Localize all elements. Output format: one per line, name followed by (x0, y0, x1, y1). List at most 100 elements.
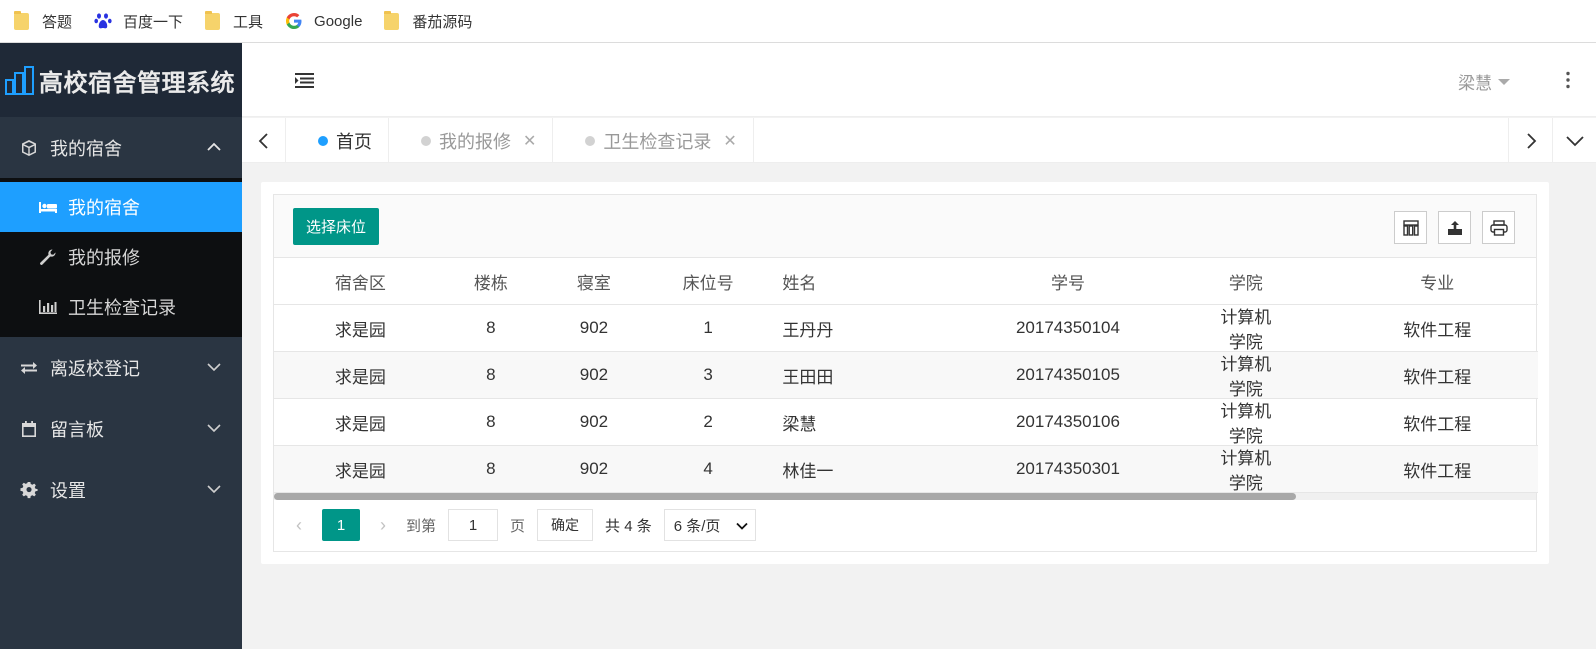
bookmark-fanqie[interactable]: 番茄源码 (384, 10, 473, 32)
column-header[interactable]: 姓名 (763, 269, 920, 294)
calendar-icon (22, 420, 36, 437)
page-size-select[interactable]: 6 条/页 (663, 509, 756, 541)
exchange-icon (21, 361, 37, 374)
menu-toggle-icon[interactable] (294, 71, 316, 89)
table-cell: 软件工程 (1403, 320, 1472, 340)
scrollbar-thumb[interactable] (274, 493, 1296, 500)
current-page[interactable]: 1 (322, 509, 360, 541)
table-row[interactable]: 求是园 8 902 2 梁慧 20174350106 计算机学院 软件工程 (274, 399, 1538, 446)
horizontal-scrollbar[interactable] (274, 493, 1536, 500)
folder-icon (384, 10, 400, 30)
table-row[interactable]: 求是园 8 902 3 王田田 20174350105 计算机学院 软件工程 (274, 352, 1538, 399)
table-cell: 8 (486, 318, 496, 337)
caret-down-icon (1498, 78, 1510, 85)
table-cell: 软件工程 (1403, 461, 1472, 481)
more-vertical-icon[interactable] (1566, 71, 1570, 89)
table-row[interactable]: 求是园 8 902 1 王丹丹 20174350104 计算机学院 软件工程 (274, 305, 1538, 352)
tab-label: 我的报修 (439, 131, 511, 152)
table-cell: 3 (703, 365, 713, 384)
next-page-icon[interactable]: › (374, 515, 392, 536)
sidebar-item-hygiene[interactable]: 卫生检查记录 (0, 282, 242, 332)
bookmark-tools[interactable]: 工具 (205, 10, 264, 32)
cube-icon (22, 139, 36, 156)
bookmark-google[interactable]: Google (285, 12, 362, 30)
column-header[interactable]: 楼栋 (447, 269, 535, 294)
google-icon (286, 13, 302, 29)
chevron-down-icon (207, 363, 221, 372)
table-cell: 梁慧 (782, 414, 817, 434)
app-logo[interactable]: 高校宿舍管理系统 (0, 43, 242, 117)
total-count: 共 4 条 (605, 517, 652, 535)
sidebar-item-my-dorm[interactable]: 我的宿舍 (0, 182, 242, 232)
column-header[interactable]: 床位号 (653, 269, 764, 294)
bed-icon (39, 202, 57, 213)
table-toolbar: 选择床位 (274, 195, 1536, 258)
column-header[interactable]: 学号 (921, 269, 1215, 294)
goto-confirm-button[interactable]: 确定 (537, 509, 594, 541)
table-cell: 计算机学院 (1220, 355, 1272, 399)
pagination: ‹ 1 › 到第 1 页 确定 共 4 条 6 条/页 (274, 500, 1536, 550)
folder-icon (205, 10, 221, 30)
export-icon (1447, 220, 1462, 235)
bookmark-baidu[interactable]: 百度一下 (94, 11, 183, 32)
close-icon[interactable]: ✕ (523, 131, 536, 151)
sidebar-group-message-board[interactable]: 留言板 (0, 398, 242, 459)
sidebar-group-leave-return[interactable]: 离返校登记 (0, 337, 242, 398)
column-header[interactable]: 学院 (1215, 269, 1276, 294)
close-icon[interactable]: ✕ (723, 131, 736, 151)
table-cell: 8 (486, 459, 496, 478)
sidebar-item-label: 我的宿舍 (68, 198, 140, 218)
sidebar-group-settings[interactable]: 设置 (0, 459, 242, 520)
chevron-right-icon (1526, 132, 1536, 149)
bookmark-label: 工具 (233, 13, 264, 31)
column-header[interactable]: 寝室 (535, 269, 653, 294)
bookmark-label: 番茄源码 (412, 13, 473, 31)
table-cell: 2 (703, 412, 713, 431)
table-body: 求是园 8 902 1 王丹丹 20174350104 计算机学院 软件工程 求是园 8 902 3 王… (274, 305, 1538, 493)
table-cell: 求是园 (334, 414, 386, 434)
print-button[interactable] (1482, 211, 1515, 244)
tab-hygiene[interactable]: 卫生检查记录 ✕ (553, 118, 754, 163)
data-table: 宿舍区 楼栋 寝室 床位号 姓名 学号 学院 专业 求是园 8 902 1 王丹丹 201… (274, 258, 1538, 493)
tabs-dropdown[interactable] (1552, 118, 1596, 163)
table-cell: 8 (486, 412, 496, 431)
export-button[interactable] (1438, 211, 1471, 244)
sidebar-group-my-dorm[interactable]: 我的宿舍 (0, 117, 242, 178)
tab-home[interactable]: 首页 (286, 118, 389, 163)
table-cell: 1 (703, 318, 713, 337)
tab-my-repair[interactable]: 我的报修 ✕ (389, 118, 554, 163)
buildings-icon (5, 66, 34, 95)
table-cell: 求是园 (334, 320, 386, 340)
goto-page-input[interactable]: 1 (448, 509, 499, 541)
table-cell: 软件工程 (1403, 414, 1472, 434)
sidebar-item-label: 我的报修 (68, 248, 140, 268)
folder-icon (14, 10, 29, 30)
sidebar-group-label: 离返校登记 (50, 358, 140, 379)
table-cell: 20174350104 (1015, 318, 1120, 337)
select-bed-button[interactable]: 选择床位 (293, 208, 379, 245)
sidebar: 高校宿舍管理系统 我的宿舍 我的宿舍 我的报修 卫生检查记录 离返校登记 留言板… (0, 43, 242, 649)
table-cell: 求是园 (334, 367, 386, 387)
column-header[interactable]: 宿舍区 (274, 269, 447, 294)
sidebar-group-label: 留言板 (50, 419, 104, 440)
tabs-scroll-right[interactable] (1508, 118, 1552, 163)
chevron-down-icon (207, 485, 221, 494)
chevron-down-icon (1565, 135, 1584, 146)
columns-filter-button[interactable] (1394, 211, 1427, 244)
table-cell: 902 (579, 365, 609, 384)
sidebar-item-my-repair[interactable]: 我的报修 (0, 232, 242, 282)
chevron-down-icon (207, 424, 221, 433)
tabs-scroll-left[interactable] (242, 118, 286, 163)
tab-dot (318, 135, 328, 146)
user-menu[interactable]: 梁慧 (1458, 69, 1510, 94)
wrench-icon (40, 249, 56, 265)
tabs: 首页 我的报修 ✕ 卫生检查记录 ✕ (286, 118, 754, 163)
bookmarks-bar: 答题 百度一下 工具 Google 番茄源码 (0, 0, 1596, 43)
column-header[interactable]: 专业 (1276, 269, 1538, 294)
content-card: 选择床位 宿舍区 楼栋 寝室 床位号 姓名 学号 学院 专业 求是园 8 902… (261, 182, 1549, 564)
table-cell: 20174350106 (1015, 412, 1120, 431)
prev-page-icon[interactable]: ‹ (290, 515, 308, 536)
table-row[interactable]: 求是园 8 902 4 林佳一 20174350301 计算机学院 软件工程 (274, 446, 1538, 493)
goto-suffix: 页 (510, 517, 526, 535)
bookmark-dati[interactable]: 答题 (14, 10, 72, 32)
